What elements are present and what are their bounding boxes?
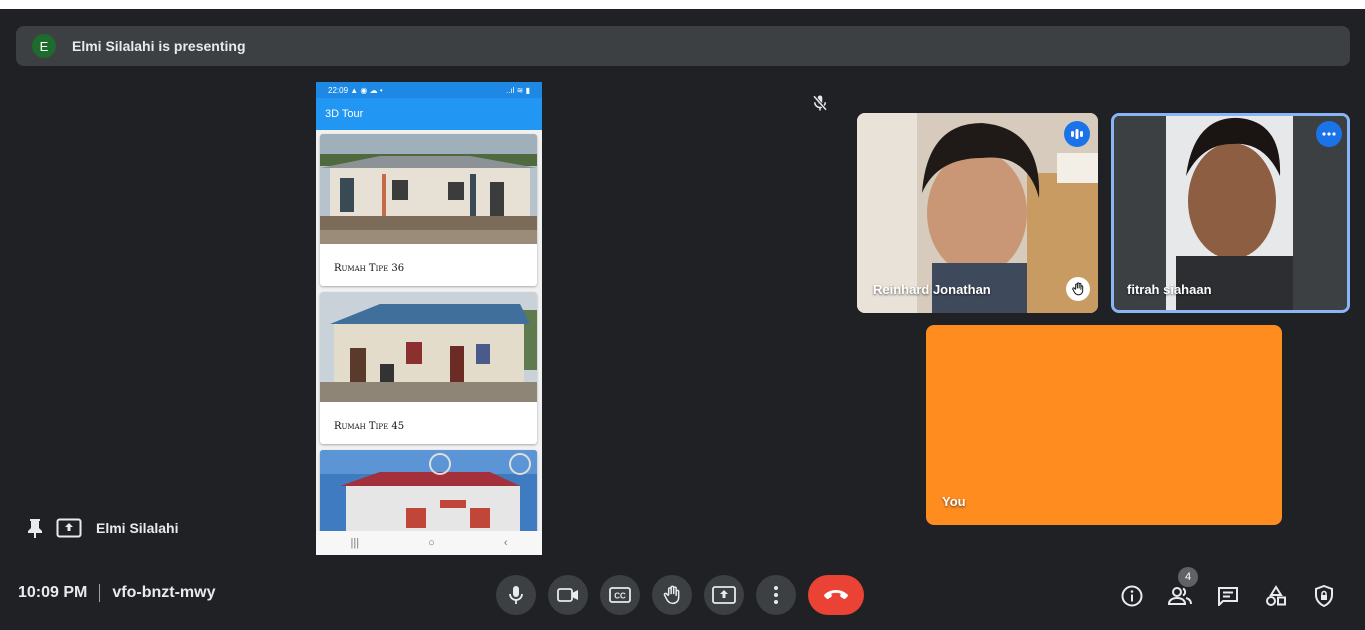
- house-photo: [320, 292, 537, 402]
- phone-status-bar: 22:09 ▲ ◉ ☁ • ..ıl ≋ ▮: [316, 82, 542, 98]
- house-photo: [320, 134, 537, 244]
- more-vert-icon: [774, 586, 778, 604]
- house-caption: Rumah Tipe 45: [334, 421, 405, 432]
- participant-tile-fitrah[interactable]: fitrah siahaan: [1111, 113, 1350, 313]
- participant-name: Reinhard Jonathan: [873, 282, 991, 297]
- presenter-avatar: E: [32, 34, 56, 58]
- presenting-banner: E Elmi Silalahi is presenting: [16, 26, 1350, 66]
- back-icon[interactable]: ‹: [504, 537, 508, 549]
- phone-status-time: 22:09: [328, 85, 349, 95]
- present-now-button[interactable]: [704, 575, 744, 615]
- present-screen-icon: [712, 586, 736, 604]
- end-call-icon: [824, 590, 848, 599]
- people-button[interactable]: 4: [1164, 567, 1198, 612]
- participant-tile-you[interactable]: You: [926, 325, 1282, 525]
- meeting-code[interactable]: vfo-bnzt-mwy: [112, 584, 215, 602]
- more-options-button[interactable]: [756, 575, 796, 615]
- chat-button[interactable]: [1212, 580, 1244, 612]
- captions-button[interactable]: CC: [600, 575, 640, 615]
- phone-status-right: ..ıl ≋ ▮: [506, 85, 530, 95]
- phone-nav-bar: ||| ○ ‹: [316, 531, 542, 555]
- house-list: Rumah Tipe 36 Rumah Tipe 45: [316, 130, 542, 531]
- house-photo: [320, 450, 537, 531]
- captions-icon: CC: [609, 587, 631, 603]
- info-icon: [1121, 585, 1143, 607]
- camera-icon: [557, 588, 578, 602]
- raise-hand-button[interactable]: [652, 575, 692, 615]
- phone-app-title: 3D Tour: [325, 108, 364, 120]
- raised-hand-icon: [1066, 277, 1090, 301]
- house-caption: Rumah Tipe 36: [334, 263, 405, 274]
- shield-lock-icon: [1315, 585, 1333, 607]
- house-card-36[interactable]: Rumah Tipe 36: [320, 134, 537, 286]
- leave-call-button[interactable]: [808, 575, 864, 615]
- more-options-icon[interactable]: [1316, 121, 1342, 147]
- meeting-tools: 4: [1116, 567, 1356, 612]
- activities-icon: [1266, 585, 1286, 606]
- host-controls-button[interactable]: [1308, 580, 1340, 612]
- raise-hand-icon: [663, 585, 680, 605]
- presenting-text: Elmi Silalahi is presenting: [72, 38, 246, 54]
- recent-apps-icon[interactable]: |||: [351, 537, 360, 549]
- house-card-3[interactable]: [320, 450, 537, 531]
- meeting-info: 10:09 PM vfo-bnzt-mwy: [18, 584, 215, 602]
- participant-name: You: [942, 494, 966, 509]
- participant-name: fitrah siahaan: [1127, 282, 1212, 297]
- chat-icon: [1218, 587, 1238, 606]
- present-screen-icon: [56, 518, 82, 538]
- meeting-details-button[interactable]: [1116, 580, 1148, 612]
- people-count-badge: 4: [1178, 567, 1198, 587]
- divider: [99, 584, 101, 602]
- meeting-time: 10:09 PM: [18, 584, 88, 601]
- camera-button[interactable]: [548, 575, 588, 615]
- participant-tile-reinhard[interactable]: Reinhard Jonathan: [857, 113, 1098, 313]
- shared-screen[interactable]: 22:09 ▲ ◉ ☁ • ..ıl ≋ ▮ 3D Tour Rumah Tip…: [316, 82, 542, 555]
- pin-icon[interactable]: [26, 518, 44, 538]
- presenter-label: Elmi Silalahi: [26, 518, 178, 538]
- presenter-name: Elmi Silalahi: [96, 520, 179, 536]
- participant-video: [1114, 116, 1347, 310]
- people-icon: [1168, 587, 1192, 605]
- house-card-45[interactable]: Rumah Tipe 45: [320, 292, 537, 444]
- speaking-indicator-icon: [1064, 121, 1090, 147]
- svg-text:CC: CC: [614, 592, 626, 601]
- microphone-icon: [509, 586, 523, 604]
- activities-button[interactable]: [1260, 580, 1292, 612]
- call-controls: CC: [496, 575, 864, 615]
- mic-off-icon: [812, 95, 828, 111]
- phone-app-bar: 3D Tour: [316, 98, 542, 130]
- home-icon[interactable]: ○: [428, 537, 435, 549]
- top-strip: [0, 0, 1365, 9]
- phone-status-icons: ▲ ◉ ☁ •: [350, 85, 383, 95]
- microphone-button[interactable]: [496, 575, 536, 615]
